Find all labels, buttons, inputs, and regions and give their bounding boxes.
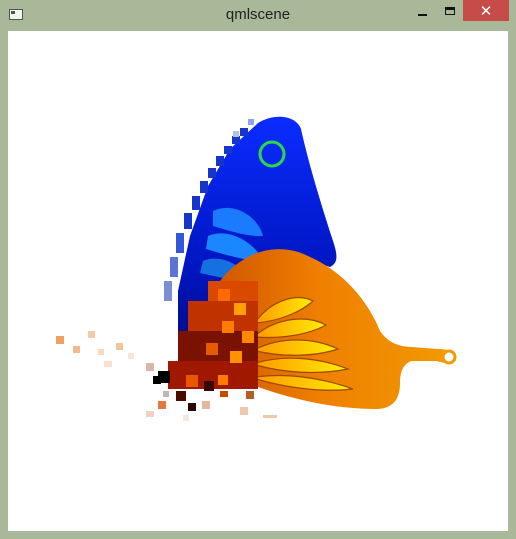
tail-knob [441, 349, 457, 365]
minimize-button[interactable] [409, 0, 436, 21]
qml-canvas[interactable] [8, 31, 508, 531]
pixel-edge-upper [233, 131, 239, 137]
butterfly-scene [56, 116, 457, 421]
maximize-icon [444, 6, 455, 15]
pixel-edge-upper [248, 119, 254, 125]
app-window: qmlscene ✕ [0, 0, 516, 539]
minimize-icon [418, 13, 427, 16]
pixel-body [158, 281, 258, 401]
maximize-button[interactable] [436, 0, 463, 21]
close-button[interactable]: ✕ [463, 0, 509, 21]
close-icon: ✕ [479, 1, 493, 20]
title-bar[interactable]: qmlscene ✕ [0, 0, 516, 31]
